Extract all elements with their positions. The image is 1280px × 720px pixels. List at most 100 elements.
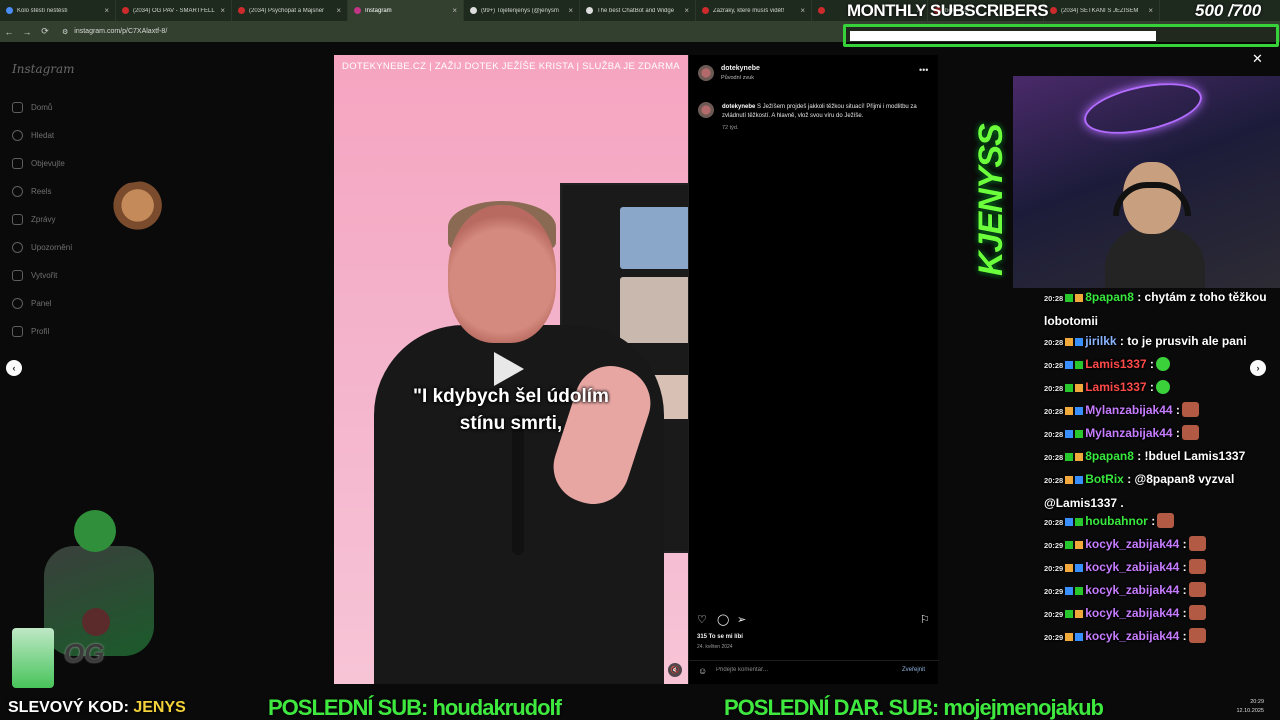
more-options-icon[interactable]: ••• <box>919 65 928 75</box>
subtitle-line: "I kdybych šel údolím <box>413 386 609 407</box>
bookmark-icon[interactable]: ⚐ <box>920 613 930 626</box>
play-icon[interactable] <box>494 352 524 386</box>
tab-close-icon[interactable]: × <box>568 6 573 15</box>
sidebar-item[interactable]: Panel <box>12 298 51 309</box>
browser-tab[interactable]: Zázraky, které musíš vidět! × <box>696 0 812 21</box>
chat-time: 20:29 <box>1044 564 1064 573</box>
chat-emote-icon <box>1188 536 1206 551</box>
chat-username[interactable]: Mylanzabijak44 <box>1085 426 1172 440</box>
browser-tab[interactable]: Instagram × <box>348 0 464 21</box>
comment-input[interactable] <box>716 667 876 673</box>
browser-tab[interactable]: (2034) OG PAV - SMARTFELL × <box>116 0 232 21</box>
prev-post-button[interactable]: ‹ <box>6 360 22 376</box>
chat-badge-icon <box>1075 633 1084 641</box>
chat-badge-icon <box>1075 564 1084 572</box>
sidebar-item[interactable]: Profil <box>12 326 49 337</box>
chat-text: : to je prusvih ale pani <box>1119 334 1247 348</box>
close-icon[interactable]: ✕ <box>1252 51 1263 67</box>
chat-username[interactable]: jirilkk <box>1085 334 1116 348</box>
tab-close-icon[interactable]: × <box>452 6 457 15</box>
tab-favicon-icon <box>470 7 477 14</box>
chat-time: 20:28 <box>1044 294 1064 303</box>
chat-emote-icon <box>1155 380 1170 394</box>
chat-badge-icon <box>1075 407 1084 415</box>
sidebar-item[interactable]: Objevujte <box>12 158 65 169</box>
nav-icon <box>12 214 23 225</box>
heart-icon[interactable]: ♡ <box>697 613 707 626</box>
emoji-icon[interactable]: ☺ <box>698 666 707 676</box>
caption-avatar[interactable] <box>698 102 714 118</box>
chat-text: : <box>1182 560 1187 574</box>
chat-badge-icon <box>1065 294 1074 302</box>
tab-close-icon[interactable]: × <box>220 6 225 15</box>
sidebar-item-label: Profil <box>31 327 50 336</box>
sidebar-item[interactable]: Domů <box>12 102 52 113</box>
chat-username[interactable]: kocyk_zabijak44 <box>1085 583 1179 597</box>
sidebar-item[interactable]: Upozornění <box>12 242 72 253</box>
author-avatar[interactable] <box>698 65 714 81</box>
tab-close-icon[interactable]: × <box>800 6 805 15</box>
browser-tab[interactable]: (99+) Tojetenjenys (@jenysm × <box>464 0 580 21</box>
tab-close-icon[interactable]: × <box>104 6 109 15</box>
audio-label[interactable]: Původní zvuk <box>721 75 754 81</box>
publish-button[interactable]: Zveřejnit <box>902 667 925 673</box>
chat-badge-icon <box>1065 476 1074 484</box>
url-field[interactable]: ⚙ instagram.com/p/C7XAlaxtf-8/ <box>62 28 167 36</box>
chat-time: 20:28 <box>1044 361 1064 370</box>
chat-emote-icon <box>1188 582 1206 597</box>
likes-count[interactable]: 315 To se mi líbí <box>697 634 743 640</box>
discount-label: SLEVOVÝ KOD: <box>8 699 129 716</box>
share-icon[interactable]: ➢ <box>737 613 746 626</box>
browser-tab[interactable]: (2034) Psychopat a Majsner × <box>232 0 348 21</box>
chat-username[interactable]: kocyk_zabijak44 <box>1085 537 1179 551</box>
chat-username[interactable]: Mylanzabijak44 <box>1085 403 1172 417</box>
chat-text: : <box>1151 514 1156 528</box>
chat-emote-icon <box>1181 402 1199 417</box>
caption-author[interactable]: dotekynebe <box>722 104 755 110</box>
chat-time: 20:29 <box>1044 610 1064 619</box>
chat-username[interactable]: Lamis1337 <box>1085 380 1146 394</box>
tab-title: Kolo štěstí neštěstí <box>17 7 68 14</box>
mute-icon[interactable]: 🔇 <box>668 663 682 677</box>
clock-time: 20:29 <box>1250 699 1264 705</box>
chat-username[interactable]: kocyk_zabijak44 <box>1085 560 1179 574</box>
browser-tab[interactable]: Kolo štěstí neštěstí × <box>0 0 116 21</box>
comment-icon[interactable]: ◯ <box>717 613 729 626</box>
chat-username[interactable]: kocyk_zabijak44 <box>1085 606 1179 620</box>
back-icon[interactable]: ← <box>0 27 18 37</box>
chat-badge-icon <box>1075 384 1084 392</box>
reload-icon[interactable]: ⟳ <box>36 26 54 37</box>
chat-username[interactable]: 8papan8 <box>1085 290 1134 304</box>
chat-username[interactable]: houbahnor <box>1085 514 1148 528</box>
sidebar-item[interactable]: Zprávy <box>12 214 55 225</box>
sidebar-item[interactable]: Hledat <box>12 130 54 141</box>
tab-favicon-icon <box>586 7 593 14</box>
tab-close-icon[interactable]: × <box>336 6 341 15</box>
tab-title: Zázraky, které musíš vidět! <box>713 7 785 14</box>
chat-time: 20:28 <box>1044 384 1064 393</box>
chat-text: : <box>1182 606 1187 620</box>
instagram-logo[interactable]: Instagram <box>12 62 75 76</box>
chat-emote-icon <box>1188 559 1206 574</box>
og-booster-logo: OG <box>64 638 105 668</box>
tab-title: (2034) Psychopat a Majsner <box>249 7 325 14</box>
post-video[interactable]: DOTEKYNEBE.CZ | ZAŽIJ DOTEK JEŽÍŠE KRIST… <box>334 55 688 684</box>
chat-username[interactable]: kocyk_zabijak44 <box>1085 629 1179 643</box>
chat-username[interactable]: Lamis1337 <box>1085 357 1146 371</box>
last-gift-sub: POSLEDNÍ DAR. SUB: mojejmenojakub <box>724 695 1104 720</box>
chat-message: 20:29 kocyk_zabijak44 : <box>1044 625 1280 649</box>
chat-username[interactable]: BotRix <box>1085 472 1124 486</box>
tab-close-icon[interactable]: × <box>684 6 689 15</box>
chat-username[interactable]: 8papan8 <box>1085 449 1134 463</box>
site-info-icon[interactable]: ⚙ <box>62 28 68 36</box>
chat-badge-icon <box>1075 610 1084 618</box>
sidebar-item[interactable]: Reels <box>12 186 51 197</box>
forward-icon[interactable]: → <box>18 27 36 37</box>
author-name[interactable]: dotekynebe <box>721 65 760 72</box>
subscriber-goal-count: 500 /700 <box>1195 1 1262 20</box>
chat-text: : <box>1182 629 1187 643</box>
url-text: instagram.com/p/C7XAlaxtf-8/ <box>74 28 168 35</box>
sidebar-item-label: Vytvořit <box>31 271 58 280</box>
browser-tab[interactable]: The best ChatBot and Widge × <box>580 0 696 21</box>
sidebar-item[interactable]: Vytvořit <box>12 270 57 281</box>
